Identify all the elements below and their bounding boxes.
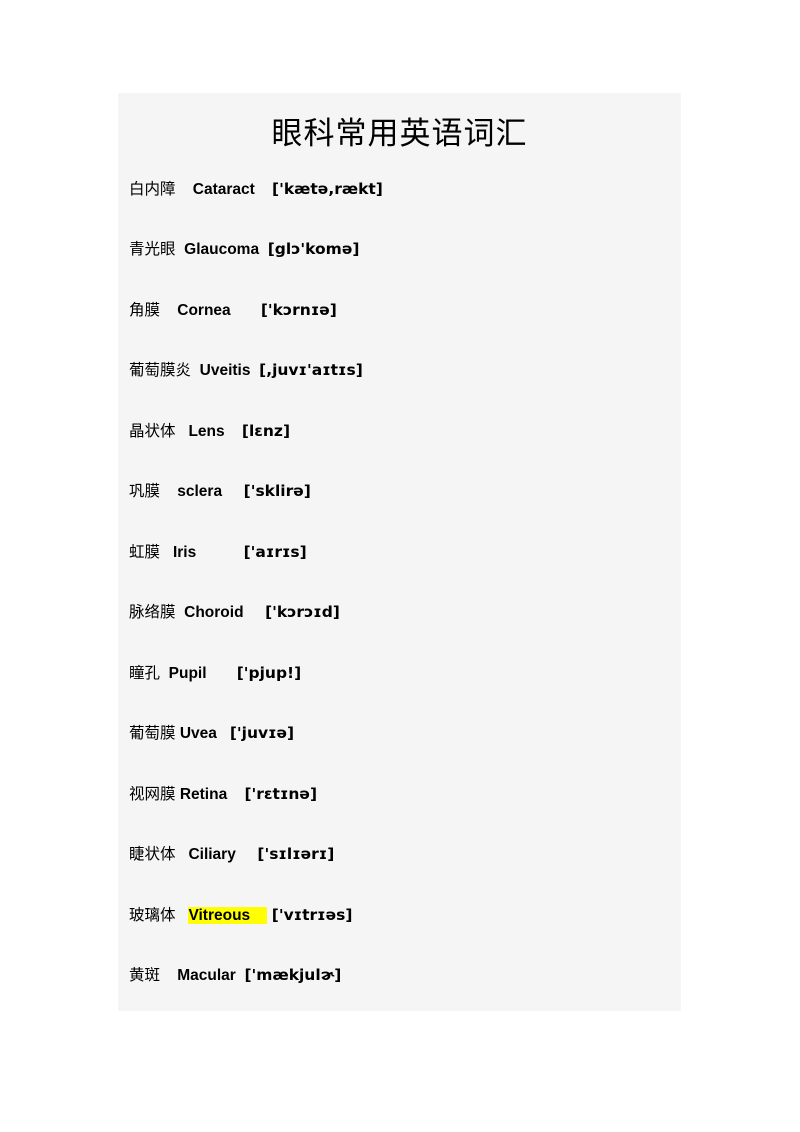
entry-english-label: Glaucoma [184, 241, 260, 259]
entry-english-label: Uvea [179, 725, 217, 743]
entry-spacer [191, 363, 200, 379]
entry-chinese-term: 黄斑 [129, 966, 161, 985]
vocabulary-entry: 脉络膜 Choroid ['kɔrɔɪd] [118, 605, 681, 666]
entry-spacer [176, 242, 185, 258]
vocabulary-entry: 瞳孔 Pupil ['pjup!] [118, 663, 681, 727]
vocabulary-entry: 葡萄膜炎 Uveitis [,juvɪ'aɪtɪs] [118, 363, 681, 424]
entry-chinese-term: 玻璃体 [129, 905, 176, 924]
entry-spacer [160, 968, 177, 984]
entry-phonetic-transcription: ['pjup!] [236, 663, 302, 682]
entry-spacer [227, 787, 244, 803]
entry-spacer [176, 847, 189, 863]
entry-highlight-padding [250, 908, 267, 924]
vocabulary-entry: 巩膜 sclera ['sklirə] [118, 484, 681, 545]
vocabulary-entry: 晶状体 Lens [lɛnz] [118, 421, 681, 485]
entry-english-term: Pupil [169, 665, 207, 682]
entry-spacer [176, 605, 185, 621]
entry-english-term: Ciliary [188, 846, 235, 863]
vocabulary-entry: 角膜 Cornea ['kɔrnɪə] [118, 300, 681, 364]
entry-phonetic-transcription: ['vɪtrɪəs] [271, 905, 353, 924]
entry-english-term-highlighted: Vitreous [188, 906, 268, 924]
vocabulary-entry: 视网膜 Retina ['rɛtɪnə] [118, 784, 681, 848]
entry-spacer [176, 424, 189, 440]
entry-phonetic-transcription: [,juvɪ'aɪtɪs] [259, 361, 363, 380]
vocabulary-entry: 青光眼 Glaucoma [glɔ'komə] [118, 242, 681, 303]
entry-english-label: Iris [172, 543, 197, 561]
entry-chinese-term: 青光眼 [129, 240, 176, 259]
entry-spacer [160, 484, 177, 500]
entry-phonetic-transcription: ['kɔrɔɪd] [265, 603, 340, 622]
entry-english-label: Vitreous [188, 906, 251, 924]
entry-spacer [196, 545, 243, 561]
document-page: 眼科常用英语词汇 白内障 Cataract ['kætə,rækt] 青光眼 Gl… [0, 0, 800, 1132]
entry-spacer [160, 545, 173, 561]
entry-english-term: Lens [188, 423, 224, 440]
entry-english-term: Uveitis [200, 362, 251, 379]
document-content-panel: 眼科常用英语词汇 白内障 Cataract ['kætə,rækt] 青光眼 Gl… [118, 93, 681, 1011]
entry-chinese-term: 角膜 [129, 300, 161, 319]
entry-spacer [250, 363, 259, 379]
entry-english-term: Iris [173, 544, 196, 561]
entry-chinese-term: 巩膜 [129, 482, 161, 501]
entry-english-term: Macular [177, 967, 236, 984]
entry-spacer [176, 908, 189, 924]
entry-english-term: Choroid [184, 604, 243, 621]
vocabulary-entry: 白内障 Cataract ['kætə,rækt] [118, 179, 681, 243]
entry-english-label: Cataract [192, 180, 255, 198]
entry-spacer [259, 242, 268, 258]
entry-chinese-term: 瞳孔 [129, 663, 161, 682]
entry-phonetic-transcription: ['sklirə] [243, 482, 311, 501]
entry-phonetic-transcription: ['mækjulɚ] [244, 966, 342, 985]
entry-english-label: sclera [177, 483, 223, 501]
entry-chinese-term: 视网膜 [129, 784, 176, 803]
entry-spacer [217, 726, 230, 742]
entry-chinese-term: 睫状体 [129, 845, 176, 864]
entry-phonetic-transcription: [glɔ'komə] [267, 240, 360, 259]
entry-spacer [176, 182, 193, 198]
vocabulary-entry: 睫状体 Ciliary ['sɪlɪərɪ] [118, 847, 681, 908]
entry-spacer [207, 666, 237, 682]
entry-chinese-term: 脉络膜 [129, 603, 176, 622]
page-title: 眼科常用英语词汇 [271, 116, 528, 151]
entry-chinese-term: 葡萄膜炎 [129, 361, 192, 380]
vocabulary-entry: 玻璃体 Vitreous ['vɪtrɪəs] [118, 905, 681, 969]
entry-phonetic-transcription: ['aɪrɪs] [243, 542, 307, 561]
vocabulary-list: 白内障 Cataract ['kætə,rækt] 青光眼 Glaucoma [g… [118, 179, 681, 1029]
vocabulary-entry: 黄斑 Macular ['mækjulɚ] [118, 968, 681, 1029]
entry-english-label: Lens [188, 422, 225, 440]
entry-chinese-term: 晶状体 [129, 421, 176, 440]
entry-phonetic-transcription: ['kɔrnɪə] [260, 300, 337, 319]
entry-english-label: Pupil [168, 664, 207, 682]
entry-english-label: Retina [179, 785, 228, 803]
entry-spacer [160, 303, 177, 319]
entry-phonetic-transcription: [lɛnz] [241, 421, 291, 440]
entry-english-label: Ciliary [188, 846, 236, 864]
entry-phonetic-transcription: ['rɛtɪnə] [244, 784, 318, 803]
entry-english-label: Choroid [184, 604, 244, 622]
entry-chinese-term: 虹膜 [129, 542, 161, 561]
entry-english-term: Retina [180, 786, 227, 803]
entry-phonetic-transcription: ['juvɪə] [229, 724, 295, 743]
entry-spacer [255, 182, 272, 198]
entry-english-term: Cornea [177, 302, 230, 319]
vocabulary-entry: 葡萄膜 Uvea ['juvɪə] [118, 726, 681, 787]
entry-spacer [225, 424, 242, 440]
entry-english-label: Macular [177, 967, 236, 985]
vocabulary-entry: 虹膜 Iris ['aɪrɪs] [118, 542, 681, 606]
entry-phonetic-transcription: ['sɪlɪərɪ] [257, 845, 335, 864]
entry-english-term: Uvea [180, 725, 217, 742]
entry-english-term: Glaucoma [184, 241, 259, 258]
entry-spacer [236, 847, 258, 863]
entry-english-term: Cataract [193, 181, 255, 198]
entry-english-label: Cornea [177, 301, 231, 319]
entry-english-term: sclera [177, 483, 222, 500]
entry-spacer [160, 666, 169, 682]
entry-phonetic-transcription: ['kætə,rækt] [272, 179, 383, 198]
entry-chinese-term: 白内障 [129, 179, 176, 198]
entry-spacer [231, 303, 261, 319]
entry-spacer [222, 484, 244, 500]
entry-english-label: Uveitis [199, 362, 251, 380]
entry-spacer [244, 605, 266, 621]
entry-chinese-term: 葡萄膜 [129, 724, 176, 743]
